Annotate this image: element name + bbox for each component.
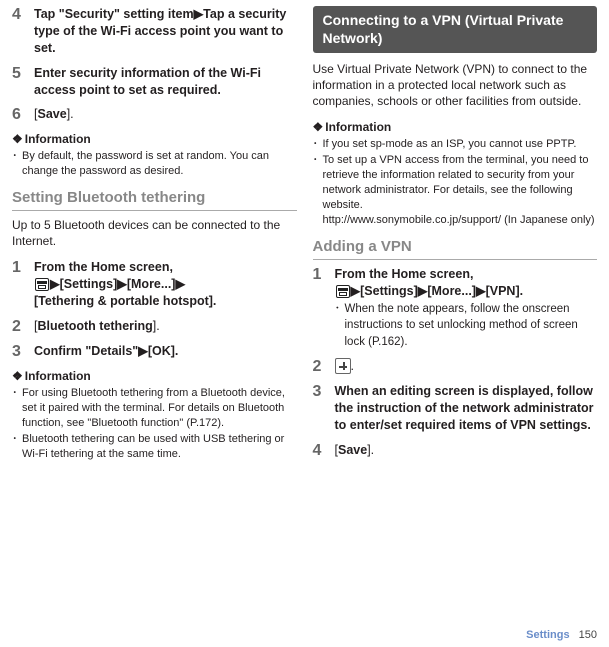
bluetooth-tethering-heading: Setting Bluetooth tethering: [12, 189, 297, 211]
step-6: 6 [Save].: [12, 106, 297, 124]
left-column: 4 Tap "Security" setting item▶Tap a secu…: [0, 0, 305, 647]
vpn-section-desc: Use Virtual Private Network (VPN) to con…: [313, 61, 598, 110]
info-item: ･ To set up a VPN access from the termin…: [313, 153, 598, 227]
vpn-step-1: 1 From the Home screen, ▶[Settings]▶[Mor…: [313, 266, 598, 350]
vpn-step-4: 4 [Save].: [313, 442, 598, 460]
information-heading: ❖Information: [12, 132, 297, 146]
step-number: 1: [12, 259, 34, 310]
vpn-step-3: 3 When an editing screen is displayed, f…: [313, 383, 598, 434]
info-item: ･ If you set sp-mode as an ISP, you cann…: [313, 137, 598, 152]
vpn-step-2: 2 .: [313, 358, 598, 376]
info-item: ･ Bluetooth tethering can be used with U…: [12, 432, 297, 462]
apps-grid-icon: [35, 278, 49, 291]
step-text: Confirm "Details"▶[OK].: [34, 343, 297, 361]
diamond-icon: ❖: [313, 120, 324, 134]
bullet-icon: ･: [12, 432, 22, 462]
step-number: 6: [12, 106, 34, 124]
vpn-section-title: Connecting to a VPN (Virtual Private Net…: [313, 6, 598, 53]
step-number: 1: [313, 266, 335, 350]
adding-vpn-heading: Adding a VPN: [313, 238, 598, 260]
step-text: [Save].: [34, 106, 297, 124]
step-note: ･ When the note appears, follow the onsc…: [335, 301, 598, 349]
bullet-icon: ･: [313, 153, 323, 227]
right-column: Connecting to a VPN (Virtual Private Net…: [305, 0, 609, 647]
bt-step-2: 2 [Bluetooth tethering].: [12, 318, 297, 336]
bluetooth-tethering-desc: Up to 5 Bluetooth devices can be connect…: [12, 217, 297, 249]
diamond-icon: ❖: [12, 132, 23, 146]
footer-section: Settings: [526, 629, 569, 641]
step-4: 4 Tap "Security" setting item▶Tap a secu…: [12, 6, 297, 57]
add-plus-icon: [335, 358, 351, 374]
info-item: ･ For using Bluetooth tethering from a B…: [12, 386, 297, 431]
info-item: ･ By default, the password is set at ran…: [12, 149, 297, 179]
apps-grid-icon: [336, 285, 350, 298]
information-heading: ❖Information: [12, 369, 297, 383]
step-number: 4: [12, 6, 34, 57]
step-number: 3: [12, 343, 34, 361]
bullet-icon: ･: [335, 301, 345, 349]
information-list: ･ If you set sp-mode as an ISP, you cann…: [313, 137, 598, 228]
step-text: From the Home screen, ▶[Settings]▶[More.…: [335, 266, 598, 350]
information-list: ･ By default, the password is set at ran…: [12, 149, 297, 179]
diamond-icon: ❖: [12, 369, 23, 383]
bullet-icon: ･: [313, 137, 323, 152]
bt-step-3: 3 Confirm "Details"▶[OK].: [12, 343, 297, 361]
footer-page-number: 150: [579, 629, 597, 641]
step-text: Enter security information of the Wi-Fi …: [34, 65, 297, 99]
step-number: 3: [313, 383, 335, 434]
page-footer: Settings 150: [526, 629, 597, 641]
step-text: Tap "Security" setting item▶Tap a securi…: [34, 6, 297, 57]
step-5: 5 Enter security information of the Wi-F…: [12, 65, 297, 99]
step-number: 4: [313, 442, 335, 460]
step-number: 2: [313, 358, 335, 376]
step-text: [Save].: [335, 442, 598, 460]
step-text: From the Home screen, ▶[Settings]▶[More.…: [34, 259, 297, 310]
bullet-icon: ･: [12, 149, 22, 179]
step-number: 5: [12, 65, 34, 99]
information-heading: ❖Information: [313, 120, 598, 134]
step-number: 2: [12, 318, 34, 336]
step-text: [Bluetooth tethering].: [34, 318, 297, 336]
step-text: When an editing screen is displayed, fol…: [335, 383, 598, 434]
step-text: .: [335, 358, 598, 376]
bullet-icon: ･: [12, 386, 22, 431]
bt-step-1: 1 From the Home screen, ▶[Settings]▶[Mor…: [12, 259, 297, 310]
information-list: ･ For using Bluetooth tethering from a B…: [12, 386, 297, 462]
